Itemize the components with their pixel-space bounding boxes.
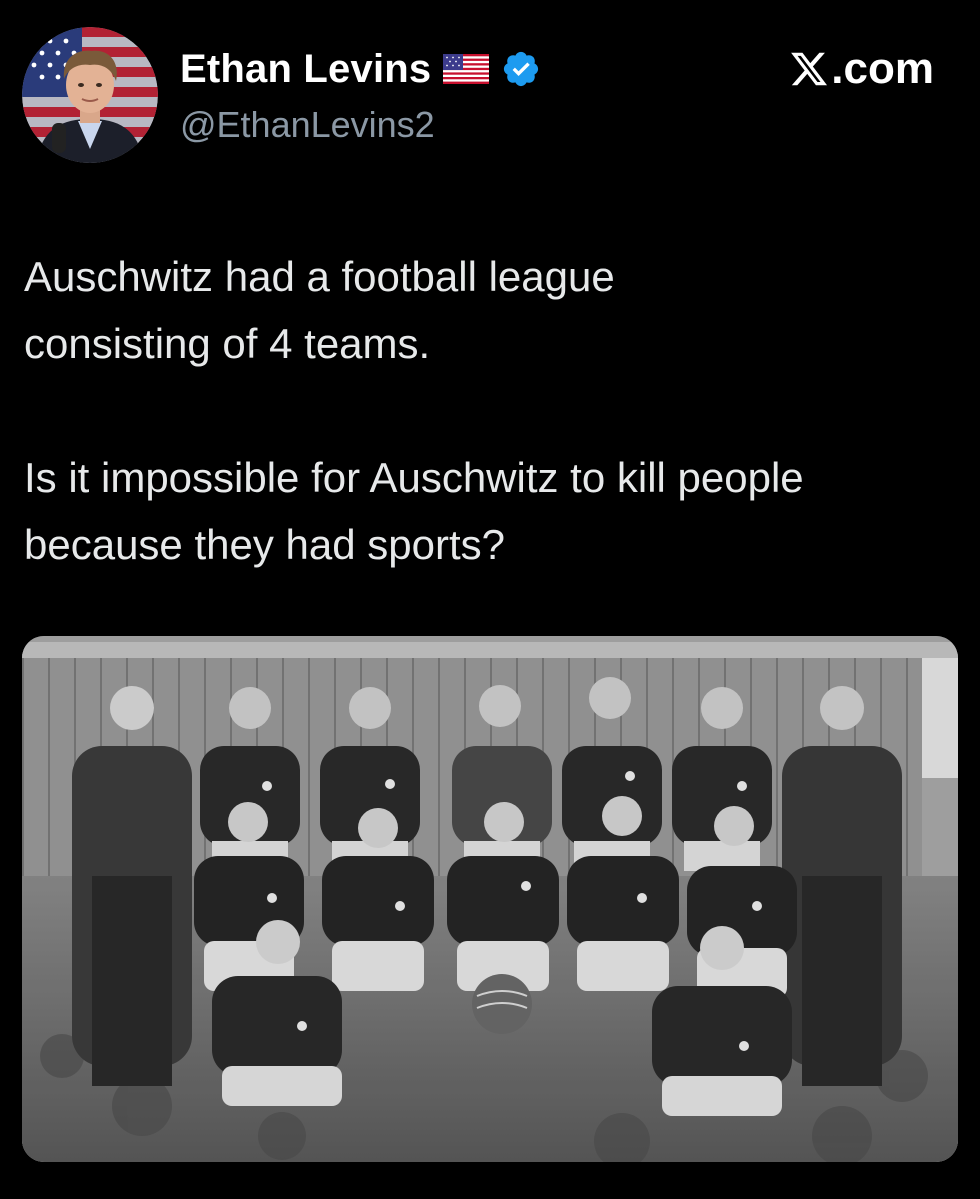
us-flag-icon bbox=[443, 54, 490, 84]
verified-badge-icon[interactable] bbox=[501, 49, 541, 89]
author-name-row: Ethan Levins bbox=[180, 44, 541, 94]
author-handle[interactable]: @EthanLevins2 bbox=[180, 104, 435, 146]
tweet-text: Auschwitz had a football league consisti… bbox=[24, 243, 944, 578]
tweet-media-photo[interactable] bbox=[22, 636, 958, 1162]
tweet-paragraph-1: Auschwitz had a football league consisti… bbox=[24, 253, 615, 367]
x-logo-icon bbox=[789, 49, 829, 89]
tweet-paragraph-2: Is it impossible for Auschwitz to kill p… bbox=[24, 454, 804, 568]
avatar-image bbox=[22, 27, 158, 163]
avatar[interactable] bbox=[22, 27, 158, 163]
x-com-logo[interactable]: .com bbox=[789, 44, 934, 94]
post-card: Ethan Levins @EthanLevins2 .com Auschwit… bbox=[0, 0, 980, 1199]
team-photo-image bbox=[22, 636, 958, 1162]
display-name[interactable]: Ethan Levins bbox=[180, 47, 431, 92]
site-label: .com bbox=[831, 44, 934, 93]
